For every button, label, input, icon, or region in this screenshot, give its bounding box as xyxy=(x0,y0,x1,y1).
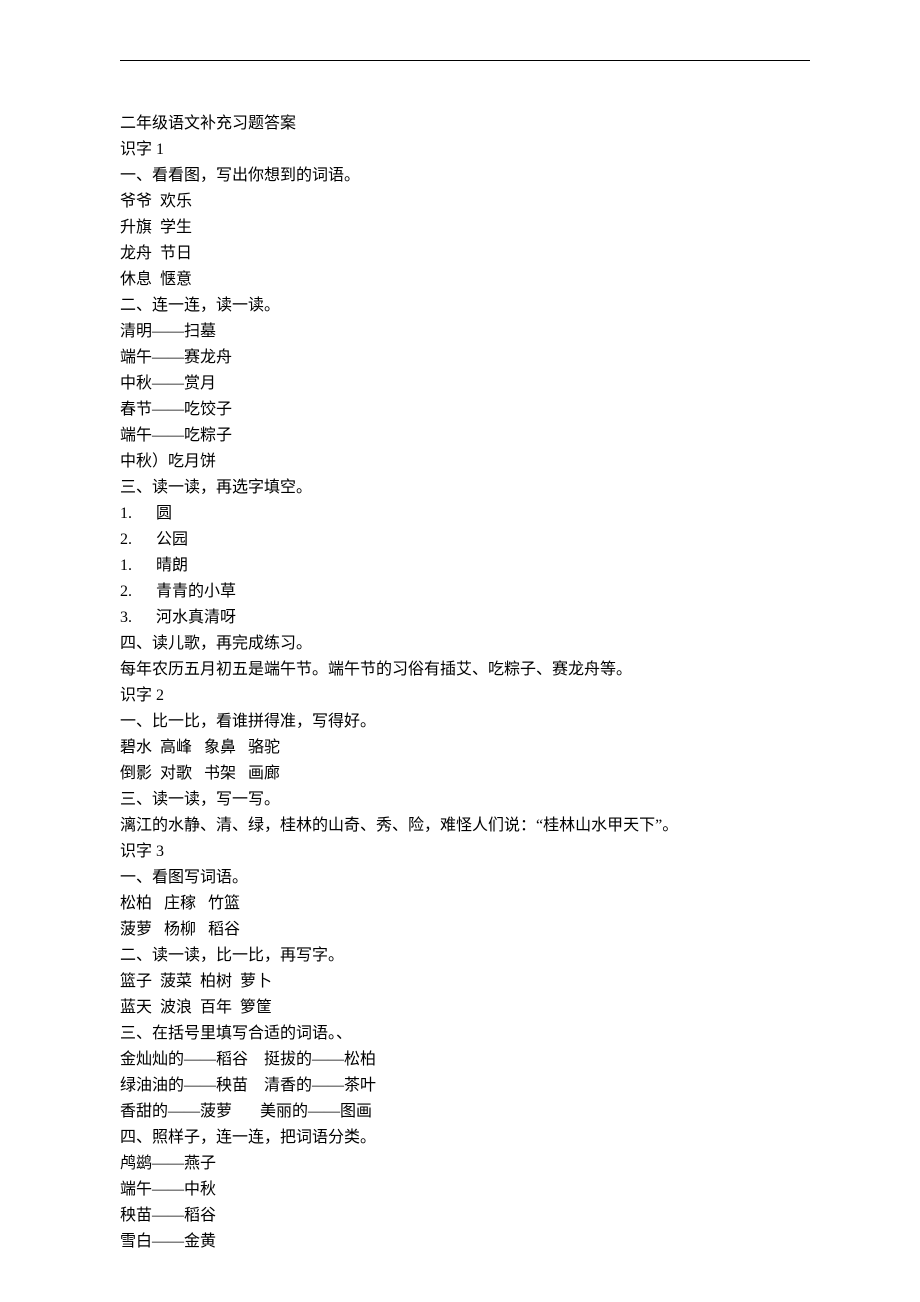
text-line: 端午——吃粽子 xyxy=(120,423,810,449)
text-line: 二年级语文补充习题答案 xyxy=(120,111,810,137)
text-line: 绿油油的——秧苗 清香的——茶叶 xyxy=(120,1073,810,1099)
text-line: 菠萝 杨柳 稻谷 xyxy=(120,917,810,943)
text-line: 倒影 对歌 书架 画廊 xyxy=(120,761,810,787)
text-line: 休息 惬意 xyxy=(120,267,810,293)
text-line: 升旗 学生 xyxy=(120,215,810,241)
document-page: 二年级语文补充习题答案 识字 1 一、看看图，写出你想到的词语。 爷爷 欢乐 升… xyxy=(0,0,920,1302)
text-line: 中秋——赏月 xyxy=(120,371,810,397)
top-rule xyxy=(120,60,810,61)
text-line: 识字 3 xyxy=(120,839,810,865)
text-line: 金灿灿的——稻谷 挺拔的——松柏 xyxy=(120,1047,810,1073)
text-line: 松柏 庄稼 竹篮 xyxy=(120,891,810,917)
text-line: 龙舟 节日 xyxy=(120,241,810,267)
text-line: 每年农历五月初五是端午节。端午节的习俗有插艾、吃粽子、赛龙舟等。 xyxy=(120,657,810,683)
text-line: 2. 公园 xyxy=(120,527,810,553)
text-line: 爷爷 欢乐 xyxy=(120,189,810,215)
text-line: 端午——中秋 xyxy=(120,1177,810,1203)
text-line: 一、看看图，写出你想到的词语。 xyxy=(120,163,810,189)
text-line: 三、在括号里填写合适的词语。、 xyxy=(120,1021,810,1047)
text-line: 四、照样子，连一连，把词语分类。 xyxy=(120,1125,810,1151)
text-line: 二、连一连，读一读。 xyxy=(120,293,810,319)
text-line: 碧水 高峰 象鼻 骆驼 xyxy=(120,735,810,761)
text-line: 识字 1 xyxy=(120,137,810,163)
text-line: 篮子 菠菜 柏树 萝卜 xyxy=(120,969,810,995)
text-line: 雪白——金黄 xyxy=(120,1229,810,1255)
text-line: 二、读一读，比一比，再写字。 xyxy=(120,943,810,969)
text-line: 中秋）吃月饼 xyxy=(120,449,810,475)
text-line: 一、比一比，看谁拼得准，写得好。 xyxy=(120,709,810,735)
text-line: 三、读一读，写一写。 xyxy=(120,787,810,813)
text-line: 秧苗——稻谷 xyxy=(120,1203,810,1229)
text-line: 漓江的水静、清、绿，桂林的山奇、秀、险，难怪人们说：“桂林山水甲天下”。 xyxy=(120,813,810,839)
text-line: 四、读儿歌，再完成练习。 xyxy=(120,631,810,657)
text-line: 春节——吃饺子 xyxy=(120,397,810,423)
text-line: 2. 青青的小草 xyxy=(120,579,810,605)
text-line: 3. 河水真清呀 xyxy=(120,605,810,631)
text-line: 蓝天 波浪 百年 箩筐 xyxy=(120,995,810,1021)
text-line: 识字 2 xyxy=(120,683,810,709)
text-line: 清明——扫墓 xyxy=(120,319,810,345)
text-line: 1. 圆 xyxy=(120,501,810,527)
text-line: 香甜的——菠萝 美丽的——图画 xyxy=(120,1099,810,1125)
text-line: 一、看图写词语。 xyxy=(120,865,810,891)
text-line: 鸬鹚——燕子 xyxy=(120,1151,810,1177)
body-text: 二年级语文补充习题答案 识字 1 一、看看图，写出你想到的词语。 爷爷 欢乐 升… xyxy=(120,111,810,1255)
text-line: 端午——赛龙舟 xyxy=(120,345,810,371)
text-line: 三、读一读，再选字填空。 xyxy=(120,475,810,501)
text-line: 1. 晴朗 xyxy=(120,553,810,579)
